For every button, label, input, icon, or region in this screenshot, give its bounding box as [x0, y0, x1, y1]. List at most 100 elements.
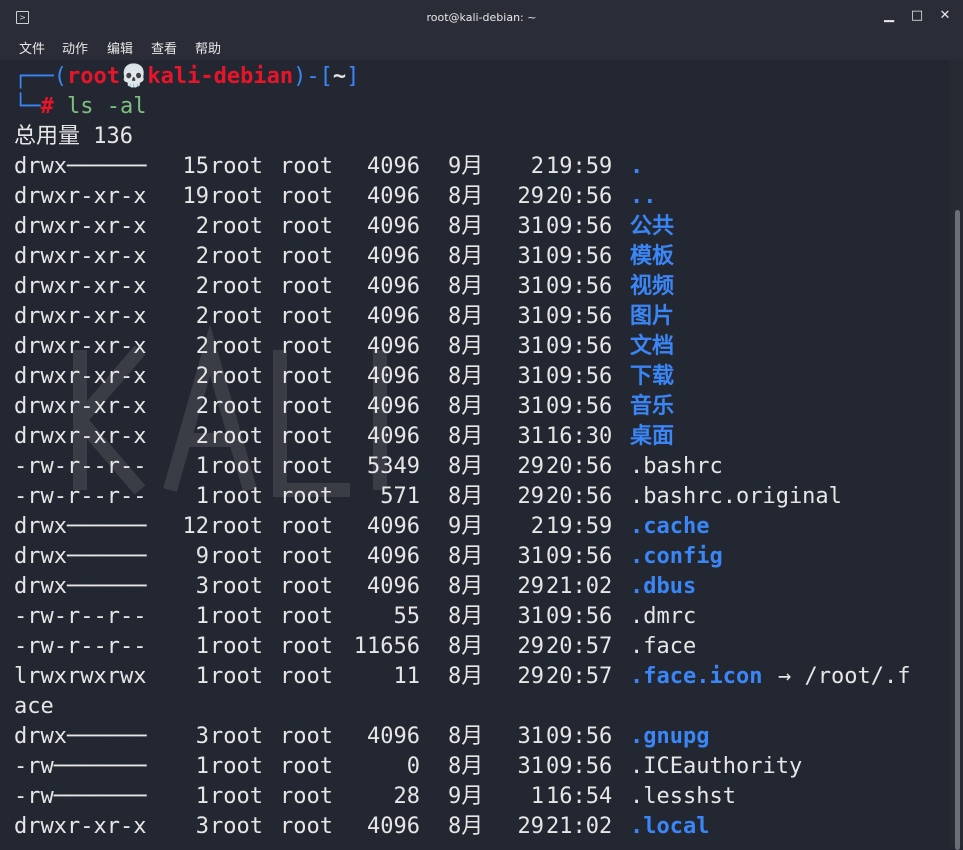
- cell-day: 31: [517, 304, 545, 329]
- cell-perm: drwx──────: [14, 544, 147, 569]
- cell-name[interactable]: 下载: [630, 362, 674, 392]
- cell-owner: root: [210, 484, 263, 509]
- cell-day: 1: [530, 784, 544, 809]
- cell-size: 4096: [367, 244, 420, 269]
- cell-name[interactable]: 音乐: [630, 392, 674, 422]
- cell-links: 1: [195, 634, 209, 659]
- cell-size: 4096: [367, 394, 420, 419]
- cell-perm: drwx──────: [14, 514, 147, 539]
- cell-month: 9月: [448, 514, 484, 539]
- cell-day: 31: [517, 214, 545, 239]
- cell-name[interactable]: .face.icon: [630, 662, 762, 692]
- cell-links: 2: [195, 274, 209, 299]
- cell-owner: root: [210, 574, 263, 599]
- cell-time: 09:56: [546, 214, 613, 239]
- cell-owner: root: [210, 424, 263, 449]
- cell-time: 09:56: [546, 394, 613, 419]
- scroll-thumb[interactable]: [955, 210, 960, 850]
- cell-month: 8月: [448, 814, 484, 839]
- cell-name[interactable]: 文档: [630, 332, 674, 362]
- cell-name[interactable]: .lesshst: [630, 782, 736, 812]
- menu-view[interactable]: 查看: [151, 38, 177, 57]
- cell-name[interactable]: .cache: [630, 512, 709, 542]
- cell-perm: drwx──────: [14, 574, 147, 599]
- cell-name[interactable]: 模板: [630, 242, 674, 272]
- cell-name[interactable]: .local: [630, 812, 709, 842]
- cell-time: 16:30: [546, 424, 613, 449]
- cell-month: 8月: [448, 364, 484, 389]
- cell-month: 8月: [448, 274, 484, 299]
- cell-group: root: [280, 604, 333, 629]
- cell-size: 4096: [367, 154, 420, 179]
- prompt-command: ls -al: [67, 94, 147, 119]
- cell-group: root: [280, 154, 333, 179]
- cell-name[interactable]: .dmrc: [630, 602, 696, 632]
- menu-file[interactable]: 文件: [19, 38, 45, 57]
- cell-group: root: [280, 574, 333, 599]
- cell-owner: root: [210, 184, 263, 209]
- cell-perm: drwxr-xr-x: [14, 304, 147, 329]
- cell-link-target: → /root/.f: [778, 664, 911, 689]
- cell-owner: root: [210, 724, 263, 749]
- cell-time: 21:02: [546, 814, 613, 839]
- cell-group: root: [280, 754, 333, 779]
- cell-group: root: [280, 484, 333, 509]
- cell-perm: lrwxrwxrwx: [14, 664, 147, 689]
- cell-name[interactable]: .ICEauthority: [630, 752, 802, 782]
- cell-time: 20:57: [546, 634, 613, 659]
- cell-name[interactable]: .: [630, 152, 643, 182]
- cell-size: 4096: [367, 514, 420, 539]
- menu-action[interactable]: 动作: [62, 38, 88, 57]
- cell-group: root: [280, 304, 333, 329]
- cell-name[interactable]: .face: [630, 632, 696, 662]
- cell-perm: drwxr-xr-x: [14, 244, 147, 269]
- cell-links: 2: [195, 304, 209, 329]
- cell-owner: root: [210, 664, 263, 689]
- cell-size: 4096: [367, 424, 420, 449]
- prompt-line-1: ┌──(root💀kali-debian)-[~]: [14, 64, 360, 89]
- cell-owner: root: [210, 604, 263, 629]
- cell-name[interactable]: .bashrc: [630, 452, 723, 482]
- cell-month: 8月: [448, 244, 484, 269]
- cell-links: 19: [182, 184, 210, 209]
- minimize-icon[interactable]: ▁: [881, 8, 897, 24]
- cell-group: root: [280, 544, 333, 569]
- cell-group: root: [280, 334, 333, 359]
- cell-links: 3: [195, 574, 209, 599]
- cell-perm: -rw-r--r--: [14, 634, 147, 659]
- scrollbar[interactable]: [950, 60, 963, 850]
- cell-day: 31: [517, 424, 545, 449]
- cell-perm: drwxr-xr-x: [14, 364, 147, 389]
- cell-day: 29: [517, 634, 545, 659]
- cell-name[interactable]: 桌面: [630, 422, 674, 452]
- close-icon[interactable]: ✕: [937, 8, 953, 24]
- cell-name[interactable]: .bashrc.original: [630, 482, 842, 512]
- cell-group: root: [280, 634, 333, 659]
- cell-owner: root: [210, 214, 263, 239]
- skull-icon: 💀: [119, 64, 148, 89]
- cell-owner: root: [210, 754, 263, 779]
- cell-size: 4096: [367, 214, 420, 239]
- cell-name[interactable]: 图片: [630, 302, 674, 332]
- cell-name[interactable]: 视频: [630, 272, 674, 302]
- menu-edit[interactable]: 编辑: [107, 38, 133, 57]
- cell-links: 12: [182, 514, 210, 539]
- cell-time: 20:56: [546, 184, 613, 209]
- cell-name[interactable]: 公共: [630, 212, 674, 242]
- terminal-area[interactable]: ┌──(root💀kali-debian)-[~] └─# ls -al 总用量…: [0, 60, 950, 846]
- cell-name[interactable]: .config: [630, 542, 723, 572]
- menu-help[interactable]: 帮助: [195, 38, 221, 57]
- cell-name[interactable]: ..: [630, 182, 657, 212]
- cell-owner: root: [210, 784, 263, 809]
- cell-size: 4096: [367, 544, 420, 569]
- cell-month: 8月: [448, 184, 484, 209]
- cell-links: 2: [195, 364, 209, 389]
- cell-time: 09:56: [546, 604, 613, 629]
- cell-day: 31: [517, 274, 545, 299]
- maximize-icon[interactable]: □: [909, 8, 925, 24]
- cell-name[interactable]: .dbus: [630, 572, 696, 602]
- cell-time: 09:56: [546, 274, 613, 299]
- cell-name[interactable]: .gnupg: [630, 722, 709, 752]
- cell-group: root: [280, 274, 333, 299]
- window-controls: ▁ □ ✕: [881, 8, 953, 24]
